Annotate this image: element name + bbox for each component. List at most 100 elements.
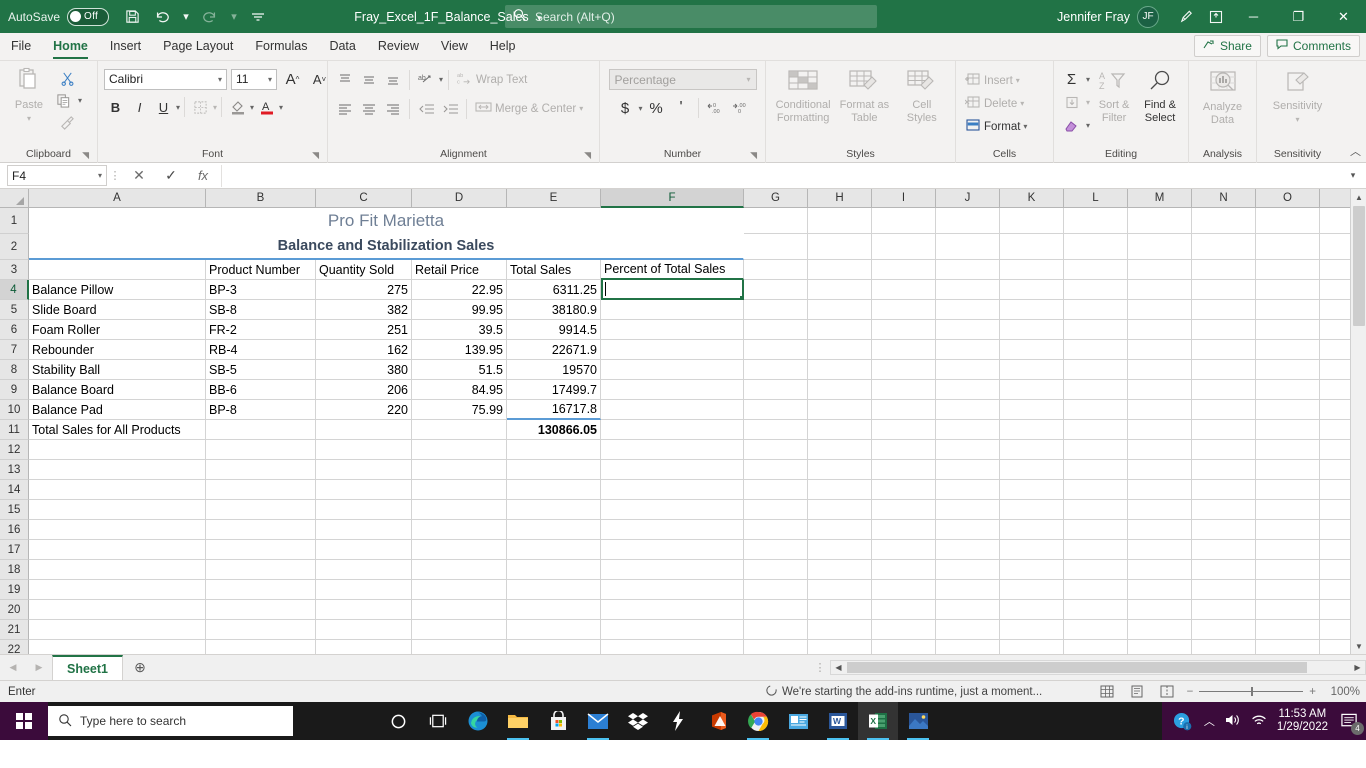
cell-i2[interactable] <box>872 234 936 260</box>
cell-b18[interactable] <box>206 560 316 580</box>
cell-f12[interactable] <box>601 440 744 460</box>
row-header-17[interactable]: 17 <box>0 540 29 560</box>
column-header-f[interactable]: F <box>601 189 744 208</box>
cell-d12[interactable] <box>412 440 507 460</box>
font-size-dropdown-icon[interactable]: ▾ <box>268 75 272 84</box>
cell-o5[interactable] <box>1256 300 1320 320</box>
document-title[interactable]: Fray_Excel_1F_Balance_Sales <box>354 10 528 24</box>
cell-l10[interactable] <box>1064 400 1128 420</box>
cell-m3[interactable] <box>1128 260 1192 280</box>
cortana-icon[interactable] <box>378 702 418 740</box>
cell-c4[interactable]: 275 <box>316 280 412 300</box>
cell-m22[interactable] <box>1128 640 1192 654</box>
cell-e6[interactable]: 9914.5 <box>507 320 601 340</box>
tab-view[interactable]: View <box>430 33 479 60</box>
analyze-data-button[interactable]: Analyze Data <box>1195 68 1250 127</box>
cell-e4[interactable]: 6311.25 <box>507 280 601 300</box>
row-header-4[interactable]: 4 <box>0 280 29 300</box>
cell-e22[interactable] <box>507 640 601 654</box>
align-middle-icon[interactable] <box>358 70 380 90</box>
cell-c9[interactable]: 206 <box>316 380 412 400</box>
cell-i7[interactable] <box>872 340 936 360</box>
cell-m8[interactable] <box>1128 360 1192 380</box>
format-cells-button[interactable]: Format ▾ <box>962 115 1030 138</box>
scroll-left-icon[interactable]: ◀ <box>831 661 846 674</box>
task-view-icon[interactable] <box>418 702 458 740</box>
cell-k1[interactable] <box>1000 208 1064 234</box>
cell-n12[interactable] <box>1192 440 1256 460</box>
orientation-dropdown-icon[interactable]: ▾ <box>439 75 443 84</box>
cell-c22[interactable] <box>316 640 412 654</box>
cell-i4[interactable] <box>872 280 936 300</box>
cell-m5[interactable] <box>1128 300 1192 320</box>
cell-i5[interactable] <box>872 300 936 320</box>
row-header-13[interactable]: 13 <box>0 460 29 480</box>
cell-m18[interactable] <box>1128 560 1192 580</box>
cell-h20[interactable] <box>808 600 872 620</box>
cell-f8[interactable] <box>601 360 744 380</box>
cell-d4[interactable]: 22.95 <box>412 280 507 300</box>
cell-b16[interactable] <box>206 520 316 540</box>
cell-j14[interactable] <box>936 480 1000 500</box>
cell-i8[interactable] <box>872 360 936 380</box>
cell-a16[interactable] <box>29 520 206 540</box>
cell-c16[interactable] <box>316 520 412 540</box>
cell-l9[interactable] <box>1064 380 1128 400</box>
cell-k19[interactable] <box>1000 580 1064 600</box>
word-icon[interactable]: W <box>818 702 858 740</box>
comments-button[interactable]: Comments <box>1266 35 1360 57</box>
cell-i6[interactable] <box>872 320 936 340</box>
ribbon-display-options-icon[interactable] <box>1201 4 1231 30</box>
row-header-9[interactable]: 9 <box>0 380 29 400</box>
cell-f17[interactable] <box>601 540 744 560</box>
cell-k10[interactable] <box>1000 400 1064 420</box>
row-header-11[interactable]: 11 <box>0 420 29 440</box>
page-break-preview-icon[interactable] <box>1157 683 1177 700</box>
cell-n7[interactable] <box>1192 340 1256 360</box>
sensitivity-dropdown-icon[interactable]: ▾ <box>1295 113 1299 126</box>
clear-icon[interactable] <box>1060 114 1083 136</box>
cell-o2[interactable] <box>1256 234 1320 260</box>
cell-i1[interactable] <box>872 208 936 234</box>
cell-m2[interactable] <box>1128 234 1192 260</box>
windows-start-icon[interactable] <box>0 702 48 740</box>
cell-i19[interactable] <box>872 580 936 600</box>
cell-m21[interactable] <box>1128 620 1192 640</box>
cell-d5[interactable]: 99.95 <box>412 300 507 320</box>
cell-d13[interactable] <box>412 460 507 480</box>
row-header-15[interactable]: 15 <box>0 500 29 520</box>
increase-font-size-icon[interactable]: A ^ <box>281 68 304 90</box>
tab-page-layout[interactable]: Page Layout <box>152 33 244 60</box>
cell-h9[interactable] <box>808 380 872 400</box>
cell-o18[interactable] <box>1256 560 1320 580</box>
vertical-scroll-thumb[interactable] <box>1353 206 1365 326</box>
row-header-22[interactable]: 22 <box>0 640 29 654</box>
number-format-combobox[interactable]: Percentage ▾ <box>608 69 757 90</box>
presentation-app-icon[interactable] <box>778 702 818 740</box>
cell-m15[interactable] <box>1128 500 1192 520</box>
cell-g14[interactable] <box>744 480 808 500</box>
cell-f22[interactable] <box>601 640 744 654</box>
cell-a3[interactable] <box>29 260 206 280</box>
cell-j19[interactable] <box>936 580 1000 600</box>
cell-a19[interactable] <box>29 580 206 600</box>
cell-e18[interactable] <box>507 560 601 580</box>
cell-h3[interactable] <box>808 260 872 280</box>
cell-h14[interactable] <box>808 480 872 500</box>
cell-e13[interactable] <box>507 460 601 480</box>
cell-j5[interactable] <box>936 300 1000 320</box>
page-layout-view-icon[interactable] <box>1127 683 1147 700</box>
cell-l15[interactable] <box>1064 500 1128 520</box>
column-header-m[interactable]: M <box>1128 189 1192 208</box>
cell-m13[interactable] <box>1128 460 1192 480</box>
cell-n4[interactable] <box>1192 280 1256 300</box>
file-explorer-icon[interactable] <box>498 702 538 740</box>
cell-j13[interactable] <box>936 460 1000 480</box>
cell-a22[interactable] <box>29 640 206 654</box>
cell-e17[interactable] <box>507 540 601 560</box>
font-size-combobox[interactable]: 11 ▾ <box>231 68 277 90</box>
cell-o15[interactable] <box>1256 500 1320 520</box>
cell-l14[interactable] <box>1064 480 1128 500</box>
cell-b3-header[interactable]: Product Number <box>206 260 316 280</box>
delete-cells-dropdown-icon[interactable]: ▾ <box>1020 99 1024 108</box>
